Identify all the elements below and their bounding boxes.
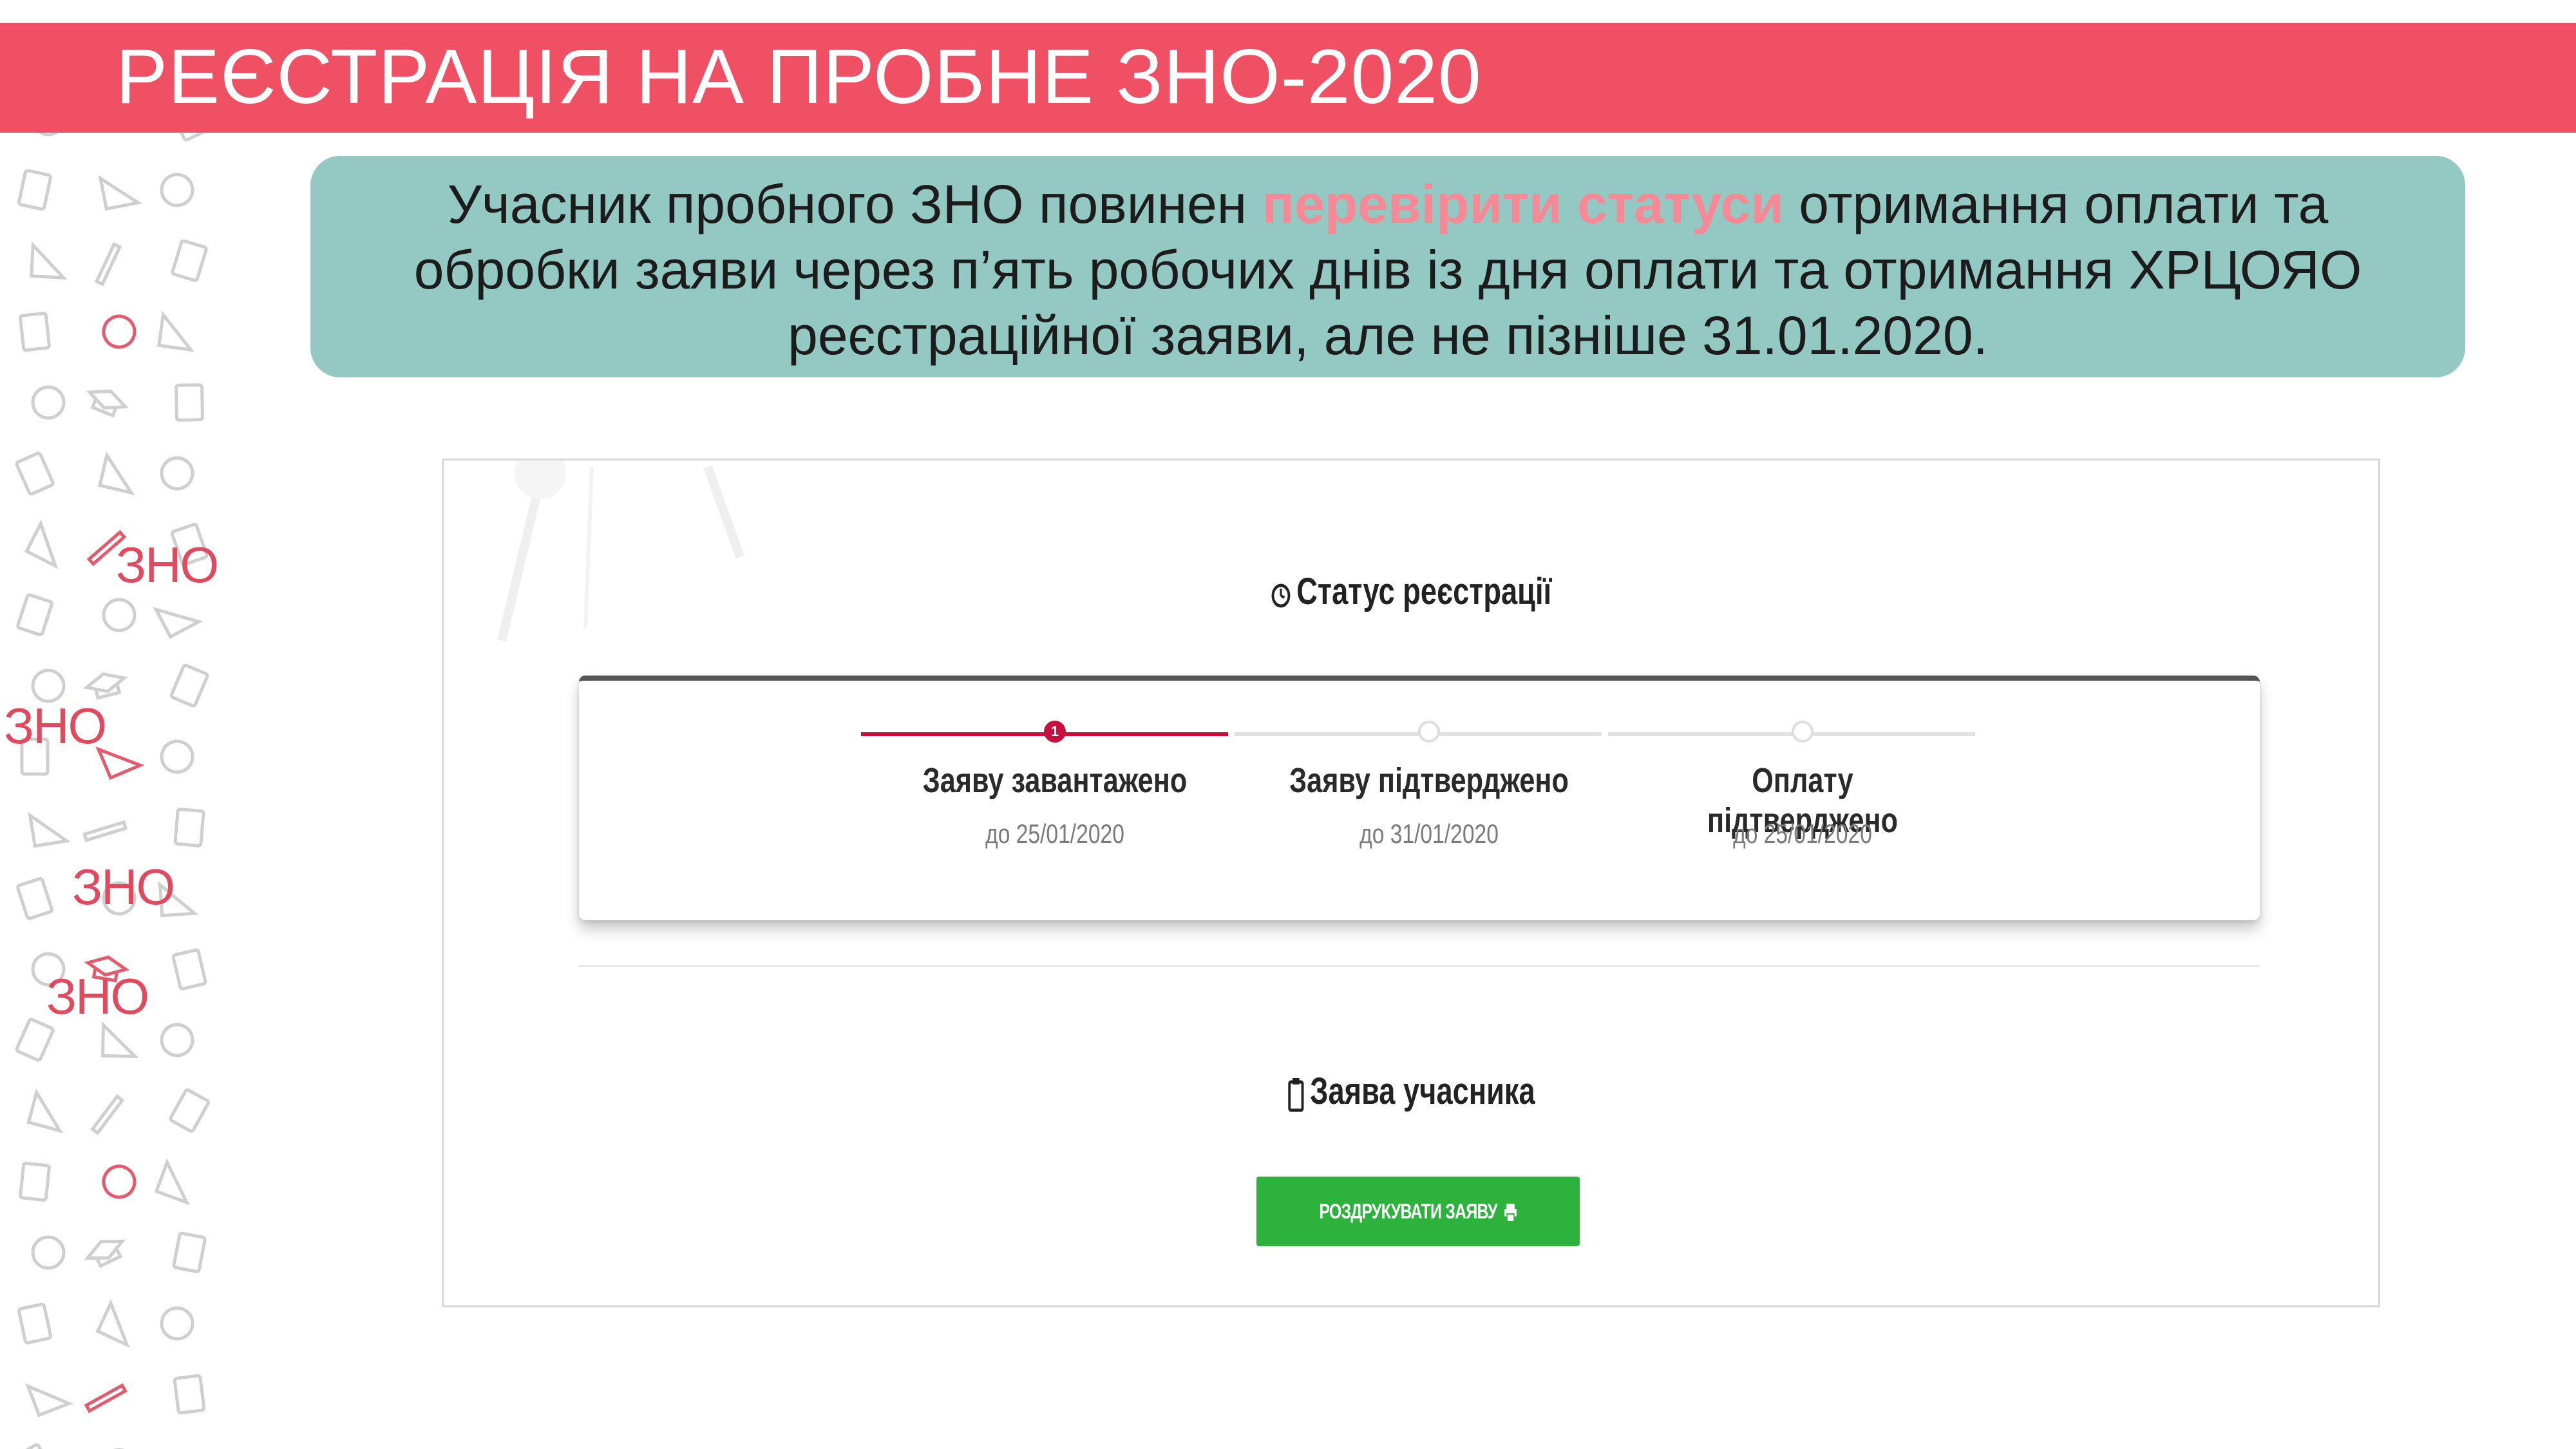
- step-label: Заяву підтверджено: [1289, 761, 1569, 800]
- clock-icon: [31, 385, 66, 420]
- pencil-icon: [90, 1094, 125, 1135]
- book-icon: [175, 383, 204, 422]
- step-node-active: 1: [1044, 721, 1066, 743]
- doc-icon: [15, 451, 55, 496]
- ruler-icon: [156, 310, 195, 352]
- ruler-icon: [24, 519, 59, 569]
- registration-status-screenshot: Статус реєстрації 1 Заяву завантажено до…: [442, 459, 2380, 1307]
- doc-icon: [17, 169, 52, 211]
- callout-text-part: отримання оплати та: [1783, 174, 2329, 234]
- gear-icon: [102, 1164, 137, 1199]
- gear-icon: [102, 598, 137, 632]
- step-node-pending: [1418, 721, 1440, 743]
- ruler-icon: [153, 607, 204, 639]
- callout-line-1: Учасник пробного ЗНО повинен перевірити …: [310, 171, 2465, 237]
- clock-icon: [1271, 583, 1291, 608]
- triangle-icon: [98, 175, 142, 211]
- application-title-text: Заява учасника: [1310, 1070, 1535, 1112]
- doc-icon: [171, 239, 208, 282]
- book-icon: [172, 1231, 207, 1273]
- step-label: Заяву завантажено: [922, 761, 1188, 800]
- application-section-title: Заява учасника: [656, 1070, 2165, 1113]
- callout-line-2: обробки заяви через п’ять робочих днів і…: [413, 240, 2362, 300]
- callout-text-part: Учасник пробного ЗНО повинен: [447, 174, 1262, 234]
- clock-icon: [160, 1306, 194, 1341]
- clock-icon: [160, 456, 194, 491]
- triangle-icon: [98, 451, 135, 495]
- zno-decor-label: ЗНО: [46, 968, 149, 1025]
- pencil-icon: [84, 1383, 128, 1414]
- ruler-icon: [26, 1088, 64, 1133]
- clock-icon: [160, 739, 194, 774]
- status-section-title: Статус реєстрації: [656, 570, 2165, 613]
- step-node-pending: [1792, 721, 1814, 743]
- callout-line-3: реєстраційної заяви, але не пізніше 31.0…: [788, 305, 1988, 366]
- triangle-icon: [95, 1299, 130, 1349]
- triangle-icon: [101, 1021, 139, 1059]
- zno-decor-label: ЗНО: [116, 536, 219, 593]
- clipboard-icon: [1288, 1077, 1304, 1112]
- doc-icon: [169, 1088, 210, 1133]
- clock-icon: [160, 173, 194, 207]
- cap-icon: [82, 672, 128, 700]
- decorative-pattern: ЗНО ЗНО ЗНО ЗНО: [0, 0, 225, 1449]
- clock-icon: [160, 1023, 194, 1057]
- book-icon: [19, 1161, 51, 1202]
- section-divider: [579, 965, 2260, 967]
- page-title: РЕЄСТРАЦІЯ НА ПРОБНЕ ЗНО-2020: [116, 33, 1482, 120]
- zno-decor-label: ЗНО: [4, 697, 107, 754]
- book-icon: [171, 948, 207, 990]
- print-button-content: РОЗДРУКУВАТИ ЗАЯВУ: [1319, 1200, 1517, 1224]
- book-icon: [14, 1443, 55, 1449]
- status-title-text: Статус реєстрації: [1296, 571, 1552, 612]
- book-icon: [19, 312, 51, 352]
- print-icon: [1504, 1204, 1517, 1223]
- status-stepper-card: 1 Заяву завантажено до 25/01/2020 Заяву …: [579, 676, 2260, 920]
- cap-icon: [86, 389, 129, 418]
- print-button-label: РОЗДРУКУВАТИ ЗАЯВУ: [1319, 1199, 1497, 1223]
- gear-icon: [102, 314, 137, 349]
- callout-highlight: перевірити статуси: [1262, 174, 1784, 234]
- zno-decor-label: ЗНО: [72, 858, 175, 915]
- doc-icon: [17, 1302, 52, 1345]
- ruler-icon: [154, 1158, 190, 1206]
- doc-icon: [173, 808, 205, 848]
- step-deadline: до 31/01/2020: [1359, 819, 1499, 849]
- print-application-button[interactable]: РОЗДРУКУВАТИ ЗАЯВУ: [1256, 1177, 1580, 1246]
- info-callout: Учасник пробного ЗНО повинен перевірити …: [310, 156, 2465, 377]
- book-icon: [169, 663, 209, 708]
- step-deadline: до 25/01/2020: [985, 819, 1124, 849]
- background-ghost-graphic: [497, 460, 744, 642]
- ruler-icon: [30, 241, 68, 280]
- book-icon: [16, 876, 53, 920]
- doc-icon: [173, 1374, 206, 1415]
- step-deadline: до 25/01/2020: [1733, 819, 1872, 849]
- ruler-icon: [24, 1383, 73, 1417]
- ruler-icon: [158, 1446, 197, 1449]
- callout-text: Учасник пробного ЗНО повинен перевірити …: [310, 171, 2465, 368]
- pencil-icon: [82, 820, 128, 842]
- clock-icon: [31, 1235, 66, 1270]
- cap-icon: [84, 1239, 126, 1269]
- pencil-icon: [94, 242, 122, 287]
- book-icon: [16, 593, 53, 637]
- ruler-icon: [28, 811, 71, 848]
